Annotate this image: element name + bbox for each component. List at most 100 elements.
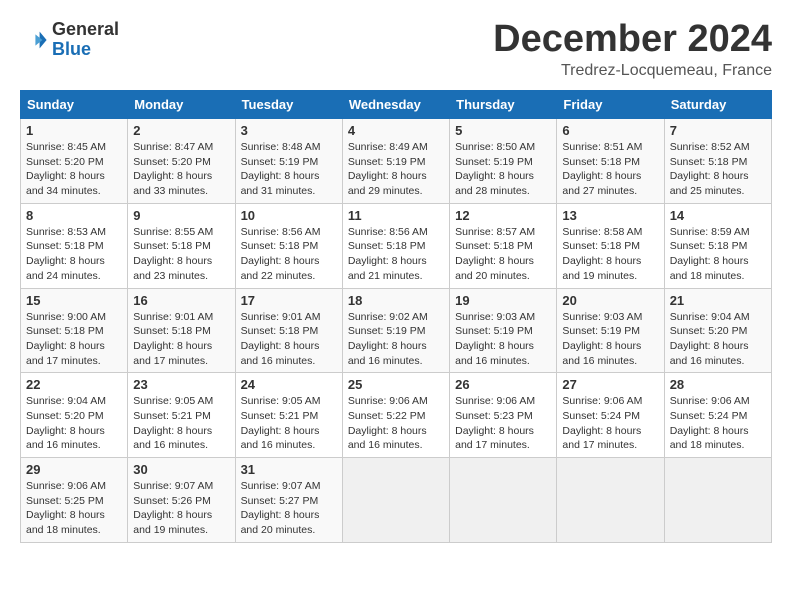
day-cell (342, 458, 449, 543)
calendar-header: Sunday Monday Tuesday Wednesday Thursday… (21, 91, 772, 119)
day-cell: 16 Sunrise: 9:01 AM Sunset: 5:18 PM Dayl… (128, 288, 235, 373)
daylight-label: Daylight: 8 hours and 18 minutes. (670, 425, 749, 452)
header-friday: Friday (557, 91, 664, 119)
sunset-label: Sunset: 5:18 PM (562, 156, 640, 168)
day-content: Sunrise: 9:01 AM Sunset: 5:18 PM Dayligh… (133, 310, 229, 369)
day-number: 19 (455, 293, 551, 308)
sunset-label: Sunset: 5:23 PM (455, 410, 533, 422)
day-content: Sunrise: 8:58 AM Sunset: 5:18 PM Dayligh… (562, 225, 658, 284)
header-tuesday: Tuesday (235, 91, 342, 119)
sunset-label: Sunset: 5:18 PM (26, 240, 104, 252)
day-content: Sunrise: 8:52 AM Sunset: 5:18 PM Dayligh… (670, 140, 766, 199)
day-cell: 21 Sunrise: 9:04 AM Sunset: 5:20 PM Dayl… (664, 288, 771, 373)
day-cell: 14 Sunrise: 8:59 AM Sunset: 5:18 PM Dayl… (664, 203, 771, 288)
header-sunday: Sunday (21, 91, 128, 119)
sunrise-label: Sunrise: 9:01 AM (133, 311, 213, 323)
sunset-label: Sunset: 5:18 PM (562, 240, 640, 252)
daylight-label: Daylight: 8 hours and 16 minutes. (26, 425, 105, 452)
daylight-label: Daylight: 8 hours and 31 minutes. (241, 170, 320, 197)
sunrise-label: Sunrise: 9:06 AM (26, 480, 106, 492)
day-number: 3 (241, 123, 337, 138)
sunrise-label: Sunrise: 9:02 AM (348, 311, 428, 323)
sunrise-label: Sunrise: 9:06 AM (348, 395, 428, 407)
logo-blue-text: Blue (52, 40, 119, 60)
day-cell: 13 Sunrise: 8:58 AM Sunset: 5:18 PM Dayl… (557, 203, 664, 288)
day-content: Sunrise: 9:06 AM Sunset: 5:22 PM Dayligh… (348, 394, 444, 453)
day-cell (450, 458, 557, 543)
daylight-label: Daylight: 8 hours and 24 minutes. (26, 255, 105, 282)
day-content: Sunrise: 9:06 AM Sunset: 5:25 PM Dayligh… (26, 479, 122, 538)
day-number: 4 (348, 123, 444, 138)
daylight-label: Daylight: 8 hours and 16 minutes. (241, 425, 320, 452)
header: General Blue December 2024 Tredrez-Locqu… (20, 20, 772, 80)
sunrise-label: Sunrise: 8:52 AM (670, 141, 750, 153)
sunset-label: Sunset: 5:19 PM (241, 156, 319, 168)
sunrise-label: Sunrise: 9:04 AM (26, 395, 106, 407)
day-cell: 4 Sunrise: 8:49 AM Sunset: 5:19 PM Dayli… (342, 119, 449, 204)
sunrise-label: Sunrise: 9:05 AM (241, 395, 321, 407)
daylight-label: Daylight: 8 hours and 18 minutes. (670, 255, 749, 282)
sunset-label: Sunset: 5:18 PM (670, 240, 748, 252)
sunrise-label: Sunrise: 8:45 AM (26, 141, 106, 153)
sunrise-label: Sunrise: 8:49 AM (348, 141, 428, 153)
daylight-label: Daylight: 8 hours and 16 minutes. (241, 340, 320, 367)
day-number: 20 (562, 293, 658, 308)
daylight-label: Daylight: 8 hours and 17 minutes. (133, 340, 212, 367)
day-content: Sunrise: 9:06 AM Sunset: 5:24 PM Dayligh… (562, 394, 658, 453)
sunset-label: Sunset: 5:20 PM (133, 156, 211, 168)
day-cell: 20 Sunrise: 9:03 AM Sunset: 5:19 PM Dayl… (557, 288, 664, 373)
day-number: 10 (241, 208, 337, 223)
sunset-label: Sunset: 5:20 PM (26, 156, 104, 168)
day-content: Sunrise: 9:07 AM Sunset: 5:27 PM Dayligh… (241, 479, 337, 538)
day-number: 31 (241, 462, 337, 477)
day-number: 8 (26, 208, 122, 223)
daylight-label: Daylight: 8 hours and 28 minutes. (455, 170, 534, 197)
day-content: Sunrise: 9:05 AM Sunset: 5:21 PM Dayligh… (133, 394, 229, 453)
sunset-label: Sunset: 5:19 PM (348, 325, 426, 337)
daylight-label: Daylight: 8 hours and 16 minutes. (348, 425, 427, 452)
day-cell: 1 Sunrise: 8:45 AM Sunset: 5:20 PM Dayli… (21, 119, 128, 204)
sunset-label: Sunset: 5:19 PM (455, 325, 533, 337)
day-content: Sunrise: 8:57 AM Sunset: 5:18 PM Dayligh… (455, 225, 551, 284)
sunset-label: Sunset: 5:18 PM (241, 240, 319, 252)
day-number: 11 (348, 208, 444, 223)
day-cell: 22 Sunrise: 9:04 AM Sunset: 5:20 PM Dayl… (21, 373, 128, 458)
day-number: 24 (241, 377, 337, 392)
day-number: 12 (455, 208, 551, 223)
day-cell: 8 Sunrise: 8:53 AM Sunset: 5:18 PM Dayli… (21, 203, 128, 288)
daylight-label: Daylight: 8 hours and 16 minutes. (670, 340, 749, 367)
sunset-label: Sunset: 5:24 PM (670, 410, 748, 422)
sunset-label: Sunset: 5:19 PM (348, 156, 426, 168)
sunset-label: Sunset: 5:18 PM (348, 240, 426, 252)
logo-general-text: General (52, 20, 119, 40)
day-content: Sunrise: 9:03 AM Sunset: 5:19 PM Dayligh… (562, 310, 658, 369)
day-content: Sunrise: 9:05 AM Sunset: 5:21 PM Dayligh… (241, 394, 337, 453)
day-number: 14 (670, 208, 766, 223)
week-row-1: 1 Sunrise: 8:45 AM Sunset: 5:20 PM Dayli… (21, 119, 772, 204)
sunrise-label: Sunrise: 9:03 AM (455, 311, 535, 323)
sunset-label: Sunset: 5:27 PM (241, 495, 319, 507)
day-number: 9 (133, 208, 229, 223)
day-number: 30 (133, 462, 229, 477)
day-number: 25 (348, 377, 444, 392)
day-cell: 12 Sunrise: 8:57 AM Sunset: 5:18 PM Dayl… (450, 203, 557, 288)
daylight-label: Daylight: 8 hours and 21 minutes. (348, 255, 427, 282)
logo-icon (20, 26, 48, 54)
day-content: Sunrise: 9:06 AM Sunset: 5:24 PM Dayligh… (670, 394, 766, 453)
day-content: Sunrise: 8:56 AM Sunset: 5:18 PM Dayligh… (348, 225, 444, 284)
sunrise-label: Sunrise: 8:53 AM (26, 226, 106, 238)
sunset-label: Sunset: 5:18 PM (133, 325, 211, 337)
daylight-label: Daylight: 8 hours and 22 minutes. (241, 255, 320, 282)
week-row-4: 22 Sunrise: 9:04 AM Sunset: 5:20 PM Dayl… (21, 373, 772, 458)
day-content: Sunrise: 9:04 AM Sunset: 5:20 PM Dayligh… (26, 394, 122, 453)
sunset-label: Sunset: 5:24 PM (562, 410, 640, 422)
page-container: General Blue December 2024 Tredrez-Locqu… (20, 20, 772, 543)
calendar-table: Sunday Monday Tuesday Wednesday Thursday… (20, 90, 772, 543)
logo-text: General Blue (52, 20, 119, 60)
header-row: Sunday Monday Tuesday Wednesday Thursday… (21, 91, 772, 119)
sunrise-label: Sunrise: 9:04 AM (670, 311, 750, 323)
sunrise-label: Sunrise: 9:01 AM (241, 311, 321, 323)
week-row-3: 15 Sunrise: 9:00 AM Sunset: 5:18 PM Dayl… (21, 288, 772, 373)
day-content: Sunrise: 8:48 AM Sunset: 5:19 PM Dayligh… (241, 140, 337, 199)
day-cell: 19 Sunrise: 9:03 AM Sunset: 5:19 PM Dayl… (450, 288, 557, 373)
